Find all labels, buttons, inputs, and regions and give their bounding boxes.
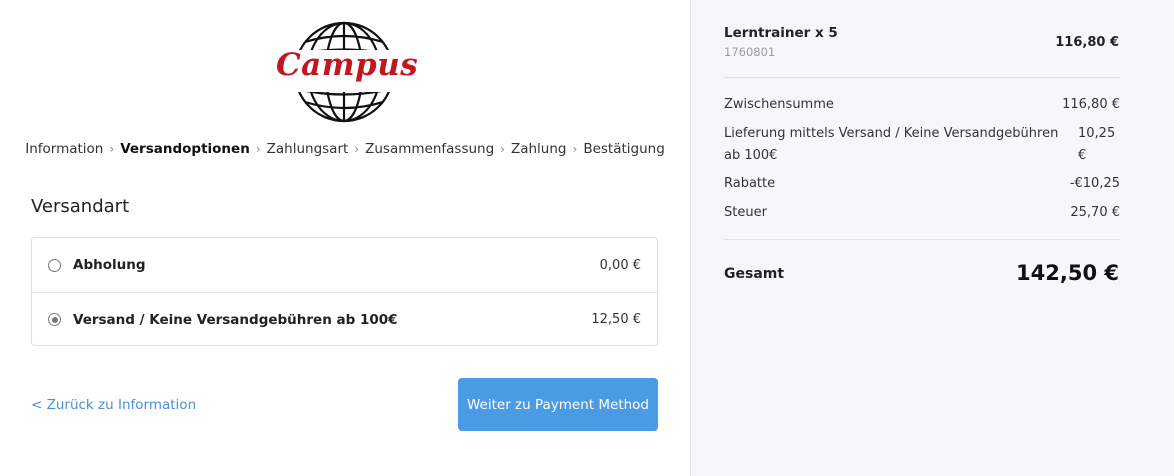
product-name: Lerntrainer x 5 [724,25,838,41]
back-to-information-link[interactable]: < Zurück zu Information [31,397,196,413]
shipping-option-label: Versand / Keine Versandgebühren ab 100€ [73,311,398,328]
shipping-option-versand[interactable]: Versand / Keine Versandgebühren ab 100€ … [32,292,657,346]
shipping-option-abholung[interactable]: Abholung 0,00 € [32,238,657,292]
radio-button[interactable] [48,258,61,272]
discount-label: Rabatte [724,176,776,191]
chevron-right-icon: › [500,142,505,156]
total-value: 142,50 € [1016,261,1119,285]
product-sku: 1760801 [724,45,776,59]
shipping-section-title: Versandart [31,196,130,217]
shipping-option-price: 12,50 € [591,312,641,327]
shipping-options: Abholung 0,00 € Versand / Keine Versandg… [31,237,658,346]
divider [724,239,1120,240]
breadcrumb-zahlungsart: Zahlungsart [266,141,349,157]
breadcrumb: Information › Versandoptionen › Zahlungsart ›… [0,141,690,157]
breadcrumb-versandoptionen: Versandoptionen [120,141,250,157]
checkout-main: Campus Information › Versandoptionen › Zahlu… [0,0,690,476]
tax-label: Steuer [724,205,767,220]
subtotal-value: 116,80 € [1062,97,1120,112]
tax-row: Steuer 25,70 € [724,205,1120,225]
shipping-label: Lieferung mittels Versand / Keine Versan… [724,126,1059,163]
chevron-right-icon: › [109,142,115,156]
chevron-right-icon: › [354,142,360,156]
discount-row: Rabatte -€10,25 [724,176,1120,196]
total-label: Gesamt [724,266,785,282]
shipping-option-label: Abholung [73,257,146,273]
breadcrumb-information[interactable]: Information [25,141,103,157]
shipping-option-price: 0,00 € [599,257,641,273]
shipping-value: 10,25 € [1078,126,1116,163]
shipping-row: Lieferung mittels Versand / Keine Versan… [724,123,1120,169]
order-summary: Lerntrainer x 5 1760801 116,80 € Zwische… [690,0,1174,476]
breadcrumb-zahlung: Zahlung [510,141,567,157]
discount-value: -€10,25 [1069,176,1120,191]
breadcrumb-bestaetigung: Bestätigung [583,141,665,157]
tax-value: 25,70 € [1070,205,1120,220]
divider [724,77,1120,78]
radio-button-selected[interactable] [48,313,61,326]
chevron-right-icon: › [572,142,578,156]
chevron-right-icon: › [255,142,261,156]
subtotal-row: Zwischensumme 116,80 € [724,97,1120,117]
logo-text: Campus [276,47,419,83]
continue-to-payment-button[interactable]: Weiter zu Payment Method [458,378,658,431]
product-price: 116,80 € [1055,35,1119,50]
subtotal-label: Zwischensumme [724,97,834,112]
campus-logo: Campus [276,20,419,124]
breadcrumb-zusammenfassung: Zusammenfassung [365,141,495,157]
